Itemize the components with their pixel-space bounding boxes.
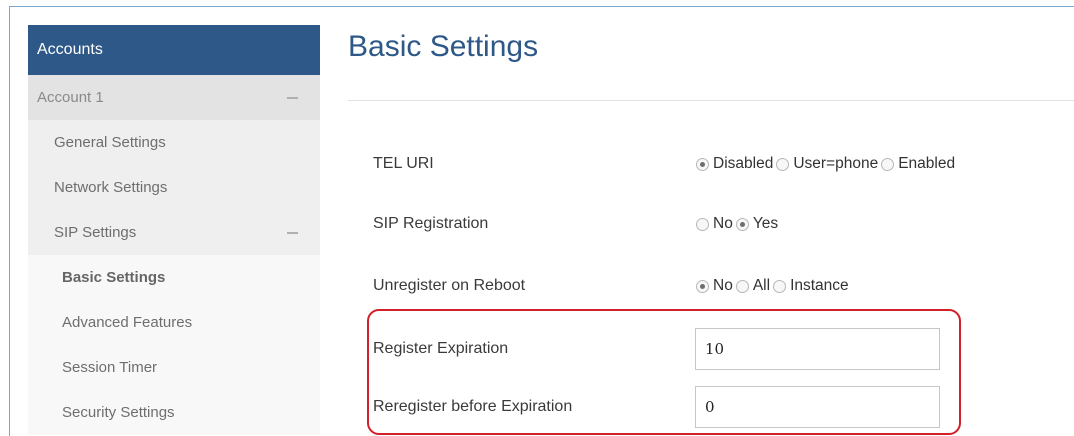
row-tel-uri: TEL URI Disabled User=phone Enabled	[348, 144, 1074, 184]
unregister-option-all[interactable]: All	[733, 277, 770, 295]
sidebar-item-label: Session Timer	[62, 359, 158, 376]
sidebar-item-network-settings[interactable]: Network Settings	[28, 165, 320, 210]
radio-unchecked-icon[interactable]	[881, 157, 895, 171]
radio-label: No	[713, 215, 733, 232]
radio-checked-icon[interactable]	[696, 157, 709, 171]
radio-label: Yes	[752, 215, 779, 232]
sidebar-item-basic-settings[interactable]: Basic Settings	[28, 255, 320, 300]
radio-unchecked-icon[interactable]	[735, 279, 749, 293]
sidebar-item-account-1[interactable]: Account 1	[28, 75, 320, 120]
radio-unchecked-icon[interactable]	[773, 279, 787, 293]
unregister-option-no[interactable]: No	[696, 277, 733, 295]
sidebar-item-advanced-features[interactable]: Advanced Features	[28, 300, 320, 345]
sip-registration-label: SIP Registration	[373, 215, 489, 232]
tel-uri-option-enabled[interactable]: Enabled	[878, 155, 955, 173]
sidebar-item-label: General Settings	[54, 134, 166, 151]
sidebar-item-label: Security Settings	[62, 404, 175, 421]
tel-uri-option-user-phone[interactable]: User=phone	[773, 155, 878, 173]
radio-label: No	[713, 277, 733, 294]
unregister-on-reboot-radio-group: No All Instance	[696, 266, 849, 306]
tel-uri-radio-group: Disabled User=phone Enabled	[696, 144, 955, 184]
sidebar-item-session-timer[interactable]: Session Timer	[28, 345, 320, 390]
radio-checked-icon[interactable]	[735, 217, 749, 231]
radio-unchecked-icon[interactable]	[696, 217, 709, 231]
sidebar-item-label: SIP Settings	[54, 224, 137, 241]
title-divider	[348, 100, 1074, 101]
radio-unchecked-icon[interactable]	[776, 157, 790, 171]
sip-registration-radio-group: No Yes	[696, 204, 778, 244]
row-sip-registration: SIP Registration No Yes	[348, 204, 1074, 244]
highlight-annotation	[367, 309, 961, 435]
sip-registration-option-no[interactable]: No	[696, 215, 733, 233]
account-submenu: General Settings Network Settings SIP Se…	[28, 120, 320, 255]
sidebar-item-sip-settings[interactable]: SIP Settings	[28, 210, 320, 255]
sidebar-item-label: Network Settings	[54, 179, 168, 196]
collapse-icon[interactable]	[287, 96, 298, 99]
sip-registration-option-yes[interactable]: Yes	[733, 215, 778, 233]
radio-label: Disabled	[713, 155, 774, 172]
sidebar-item-label: Basic Settings	[62, 269, 166, 286]
sidebar-header-accounts[interactable]: Accounts	[28, 25, 320, 75]
sidebar-item-security-settings[interactable]: Security Settings	[28, 390, 320, 435]
radio-label: User=phone	[793, 155, 879, 172]
sip-submenu: Basic Settings Advanced Features Session…	[28, 255, 320, 435]
radio-checked-icon[interactable]	[696, 279, 709, 293]
sidebar: Accounts Account 1 General Settings Netw…	[28, 25, 320, 436]
unregister-option-instance[interactable]: Instance	[770, 277, 849, 295]
unregister-on-reboot-label: Unregister on Reboot	[373, 277, 526, 294]
page-title: Basic Settings	[348, 30, 539, 63]
radio-label: Enabled	[898, 155, 956, 172]
tel-uri-label: TEL URI	[373, 155, 434, 172]
collapse-icon[interactable]	[287, 231, 298, 234]
sidebar-item-label: Advanced Features	[62, 314, 193, 331]
radio-label: Instance	[790, 277, 849, 294]
radio-label: All	[752, 277, 771, 294]
tel-uri-option-disabled[interactable]: Disabled	[696, 155, 773, 173]
sidebar-account-label: Account 1	[37, 89, 104, 106]
sidebar-item-general-settings[interactable]: General Settings	[28, 120, 320, 165]
row-unregister-on-reboot: Unregister on Reboot No All Instance	[348, 266, 1074, 306]
